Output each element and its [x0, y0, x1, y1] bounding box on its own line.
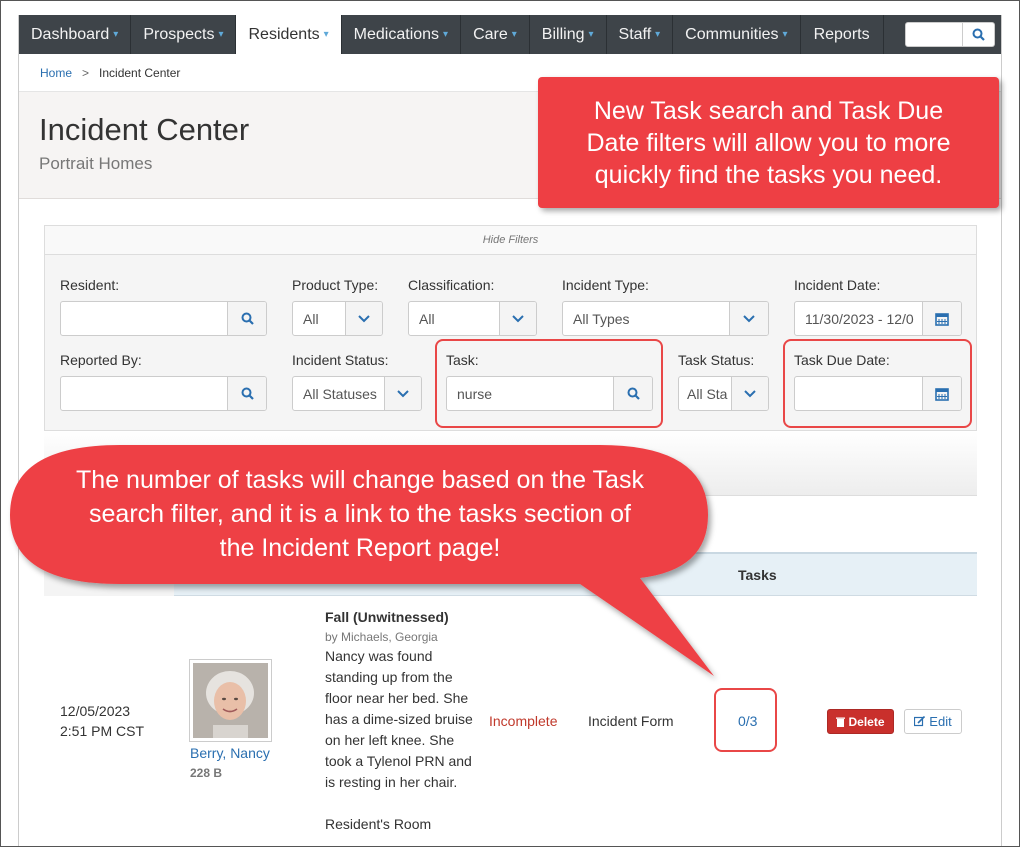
callout-bubble-shape	[10, 445, 714, 676]
callout-tasks-count-text: The number of tasks will change based on…	[76, 466, 644, 562]
